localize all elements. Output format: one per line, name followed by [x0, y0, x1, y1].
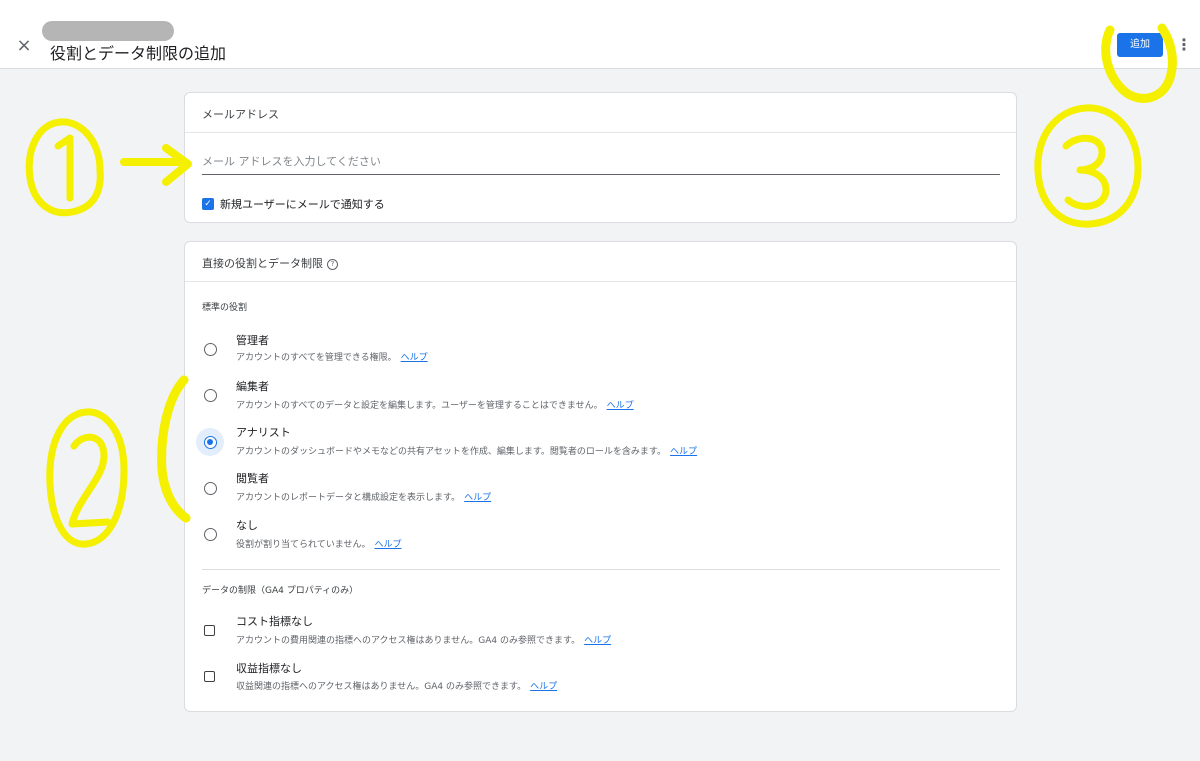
- role-title-none: なし: [236, 519, 258, 532]
- page-title: 役割とデータ制限の追加: [50, 44, 227, 63]
- role-desc-none-text: 役割が割り当てられていません。: [236, 540, 371, 550]
- help-link-editor[interactable]: ヘルプ: [607, 401, 634, 411]
- help-link-viewer[interactable]: ヘルプ: [464, 493, 491, 503]
- annotation-digit-one: [54, 134, 74, 202]
- annotation-arrow: [120, 144, 192, 186]
- notify-label: 新規ユーザーにメールで通知する: [220, 198, 385, 211]
- standard-roles-label: 標準の役割: [202, 303, 248, 313]
- help-link-cost[interactable]: ヘルプ: [584, 636, 611, 646]
- restriction-title-cost: コスト指標なし: [236, 615, 313, 628]
- role-desc-none: 役割が割り当てられていません。 ヘルプ: [236, 537, 401, 550]
- role-desc-analyst: アカウントのダッシュボードやメモなどの共有アセットを作成、編集します。閲覧者のロ…: [236, 444, 697, 457]
- help-link-analyst[interactable]: ヘルプ: [670, 447, 697, 457]
- role-desc-viewer-text: アカウントのレポートデータと構成設定を表示します。: [236, 493, 461, 503]
- help-circle-icon[interactable]: ?: [327, 258, 338, 270]
- help-link-revenue[interactable]: ヘルプ: [530, 682, 557, 692]
- role-desc-admin: アカウントのすべてを管理できる権限。 ヘルプ: [236, 350, 428, 363]
- role-title-editor: 編集者: [236, 380, 269, 393]
- more-vert-icon[interactable]: ⋮: [1176, 36, 1192, 54]
- email-card-header: メールアドレス: [185, 93, 1016, 133]
- radio-analyst[interactable]: [204, 436, 217, 449]
- restriction-desc-cost: アカウントの費用関連の指標へのアクセス権はありません。GA4 のみ参照できます。…: [236, 633, 611, 646]
- annotation-digit-three: [1062, 134, 1110, 210]
- help-link-none[interactable]: ヘルプ: [374, 540, 401, 550]
- top-bar: × 役割とデータ制限の追加 追加 ⋮: [0, 0, 1200, 69]
- annotation-bracket: [157, 375, 191, 523]
- redacted-account-name: [42, 21, 174, 41]
- radio-viewer[interactable]: [204, 482, 217, 495]
- role-desc-analyst-text: アカウントのダッシュボードやメモなどの共有アセットを作成、編集します。閲覧者のロ…: [236, 447, 667, 457]
- radio-none[interactable]: [204, 528, 217, 541]
- radio-admin[interactable]: [204, 343, 217, 356]
- restriction-desc-cost-text: アカウントの費用関連の指標へのアクセス権はありません。GA4 のみ参照できます。: [236, 636, 581, 646]
- role-desc-editor-text: アカウントのすべてのデータと設定を編集します。ユーザーを管理することはできません…: [236, 401, 603, 411]
- radio-editor[interactable]: [204, 389, 217, 402]
- notify-checkbox[interactable]: ✓: [202, 198, 214, 210]
- help-link-admin[interactable]: ヘルプ: [401, 353, 428, 363]
- role-title-analyst: アナリスト: [236, 426, 291, 439]
- roles-card-title: 直接の役割とデータ制限: [202, 257, 323, 270]
- role-title-viewer: 閲覧者: [236, 472, 269, 485]
- annotation-digit-two: [68, 433, 112, 528]
- checkbox-no-cost-metrics[interactable]: [204, 625, 215, 636]
- email-input[interactable]: [202, 153, 1000, 175]
- checkbox-no-revenue-metrics[interactable]: [204, 671, 215, 682]
- data-restrictions-label: データの制限（GA4 プロパティのみ）: [202, 586, 359, 596]
- annotation-circle-three: [1034, 104, 1142, 228]
- add-button[interactable]: 追加: [1117, 33, 1163, 57]
- email-card: メールアドレス ✓ 新規ユーザーにメールで通知する: [184, 92, 1017, 223]
- role-title-admin: 管理者: [236, 334, 269, 347]
- annotation-circle-one: [25, 118, 104, 217]
- restriction-title-revenue: 収益指標なし: [236, 662, 302, 675]
- restriction-desc-revenue-text: 収益関連の指標へのアクセス権はありません。GA4 のみ参照できます。: [236, 682, 527, 692]
- role-desc-viewer: アカウントのレポートデータと構成設定を表示します。 ヘルプ: [236, 490, 491, 503]
- role-desc-admin-text: アカウントのすべてを管理できる権限。: [236, 353, 397, 363]
- restriction-desc-revenue: 収益関連の指標へのアクセス権はありません。GA4 のみ参照できます。 ヘルプ: [236, 679, 557, 692]
- annotation-circle-two: [46, 408, 128, 548]
- roles-card: 直接の役割とデータ制限? 標準の役割 管理者 アカウントのすべてを管理できる権限…: [184, 241, 1017, 712]
- roles-divider: [202, 569, 1000, 570]
- roles-card-header: 直接の役割とデータ制限?: [185, 242, 1016, 282]
- close-icon[interactable]: ×: [14, 36, 34, 56]
- role-desc-editor: アカウントのすべてのデータと設定を編集します。ユーザーを管理することはできません…: [236, 398, 634, 411]
